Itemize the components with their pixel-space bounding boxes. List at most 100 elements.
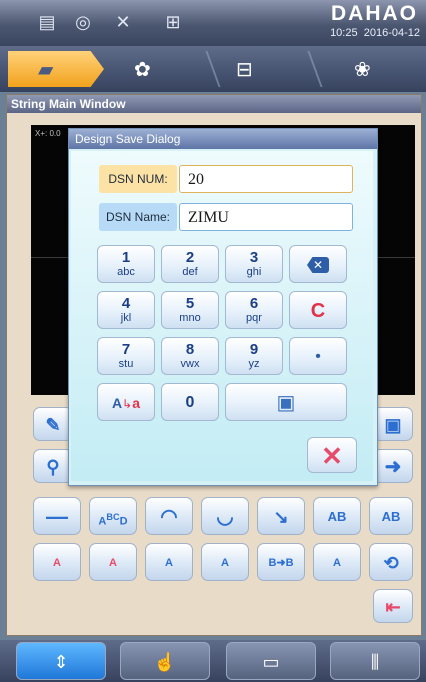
key-letters: pqr (246, 312, 262, 324)
key-digit: 1 (121, 249, 131, 266)
needle-arrow-icon: ⇕ (53, 652, 69, 672)
manual-nav[interactable]: ☝ (120, 642, 210, 680)
hand-icon: ☝ (153, 652, 177, 672)
cancel-button[interactable]: ✕ (307, 437, 357, 473)
mode-tabs: ▰ ✿ ⊟ ❀ (0, 46, 426, 92)
folder-icon: ▰ (38, 59, 54, 81)
ab-label: AB (381, 509, 401, 524)
floppy-icon: ▣ (276, 392, 296, 414)
embroider-tab[interactable]: ❀ (308, 51, 404, 87)
rotate-icon: ⟲ (383, 553, 399, 573)
frame-tab[interactable]: ⊟ (206, 51, 302, 87)
key-5[interactable]: 5 mno (161, 291, 219, 329)
dialog-body: DSN NUM: 20 DSN Name: ZIMU 1 abc 2 def 3 gh… (71, 151, 373, 481)
key-digit: 7 (121, 341, 131, 358)
key-letters: yz (248, 358, 260, 370)
key-4[interactable]: 4 jkl (97, 291, 155, 329)
a-label: A (221, 557, 229, 569)
move-left-button[interactable]: A (33, 543, 81, 581)
datetime: 10:25 2016-04-12 (330, 27, 420, 39)
edit-tab[interactable]: ✿ (104, 51, 200, 87)
edit-icon: ✎ (45, 415, 61, 435)
dialog-title: Design Save Dialog (69, 129, 377, 149)
frame-nav[interactable]: ▭ (226, 642, 316, 680)
case-toggle-key[interactable]: A↳a (97, 383, 155, 421)
needle-icon: ✕ (115, 12, 131, 32)
spacing-expand-button[interactable]: AB (313, 497, 361, 535)
a-label: A (165, 557, 173, 569)
arc-down-button[interactable]: ◡ (201, 497, 249, 535)
needles-nav[interactable]: ⫼ (330, 642, 420, 680)
key-2[interactable]: 2 def (161, 245, 219, 283)
save-key[interactable]: ▣ (225, 383, 347, 421)
bc-label: BC (106, 512, 120, 522)
key-7[interactable]: 7 stu (97, 337, 155, 375)
clear-key[interactable]: C (289, 291, 347, 329)
arc-up-button[interactable]: ◠ (145, 497, 193, 535)
a-label: A (333, 557, 341, 569)
dsn-name-field[interactable]: ZIMU (179, 203, 353, 231)
dsn-name-label: DSN Name: (99, 203, 177, 231)
coordinate-readout: X+: 0.0 (35, 129, 61, 138)
flower-edit-icon: ✿ (134, 59, 151, 81)
key-letters: def (182, 266, 198, 278)
key-digit: 2 (185, 249, 195, 266)
key-1[interactable]: 1 abc (97, 245, 155, 283)
text-layout-button[interactable]: ABCD (89, 497, 137, 535)
key-6[interactable]: 6 pqr (225, 291, 283, 329)
key-9[interactable]: 9 yz (225, 337, 283, 375)
a-label: A (109, 557, 117, 569)
key-3[interactable]: 3 ghi (225, 245, 283, 283)
edit-button[interactable]: ✎ (33, 407, 73, 441)
dot-key[interactable]: • (289, 337, 347, 375)
copy-b-button[interactable]: B➜B (257, 543, 305, 581)
slant-icon: ↘ (273, 507, 289, 527)
d-label: D (119, 515, 128, 528)
frame-icon: ⊟ (236, 59, 253, 81)
line-icon: — (46, 504, 68, 529)
vertical-shift-button[interactable]: A (313, 543, 361, 581)
key-letters: mno (179, 312, 201, 324)
backspace-key[interactable]: ✕ (289, 245, 347, 283)
spindle-icon: ⊞ (165, 12, 181, 32)
time-display: 10:25 (330, 27, 358, 39)
mode-edit-nav[interactable]: ⇕ (16, 642, 106, 680)
key-8[interactable]: 8 vwx (161, 337, 219, 375)
key-letters: vwx (180, 358, 200, 370)
exit-icon: ⇤ (385, 597, 401, 617)
arrow-right-icon: ➜ (384, 456, 402, 478)
ab-label: AB (327, 509, 347, 524)
dsn-num-label: DSN NUM: (99, 165, 177, 193)
key-letters: abc (117, 266, 135, 278)
backspace-icon: ✕ (306, 257, 330, 273)
folder-tab[interactable]: ▰ (8, 51, 104, 87)
window-title: String Main Window (7, 95, 421, 113)
key-digit: 5 (185, 295, 195, 312)
a-label: A (53, 557, 61, 569)
move-up-button[interactable]: A (145, 543, 193, 581)
b-to-b-label: B➜B (268, 557, 294, 569)
exit-button[interactable]: ⇤ (373, 589, 413, 623)
slant-button[interactable]: ↘ (257, 497, 305, 535)
dsn-num-field[interactable]: 20 (179, 165, 353, 193)
pattern-icon: ▤ (38, 12, 56, 32)
move-down-button[interactable]: A (201, 543, 249, 581)
key-digit: 6 (249, 295, 259, 312)
embroider-icon: ❀ (354, 59, 371, 81)
rotate-button[interactable]: ⟲ (369, 543, 413, 581)
next-button[interactable]: ➜ (373, 449, 413, 483)
line-button[interactable]: — (33, 497, 81, 535)
save-side-button[interactable]: ▣ (373, 407, 413, 441)
key-0[interactable]: 0 (161, 383, 219, 421)
bottom-nav: ⇕ ☝ ▭ ⫼ (0, 640, 426, 682)
key-digit: 4 (121, 295, 131, 312)
case-lower: a (132, 395, 140, 411)
zoom-button[interactable]: ⚲ (33, 449, 73, 483)
spacing-shrink-button[interactable]: AB (369, 497, 413, 535)
status-bar: ▤ ◎ ✕ ⊞ DAHAO 10:25 2016-04-12 (0, 0, 426, 46)
date-display: 2016-04-12 (363, 27, 420, 39)
move-right-button[interactable]: A (89, 543, 137, 581)
case-upper: A (112, 395, 123, 411)
speed-icon: ◎ (75, 12, 91, 32)
zoom-icon: ⚲ (46, 457, 60, 477)
